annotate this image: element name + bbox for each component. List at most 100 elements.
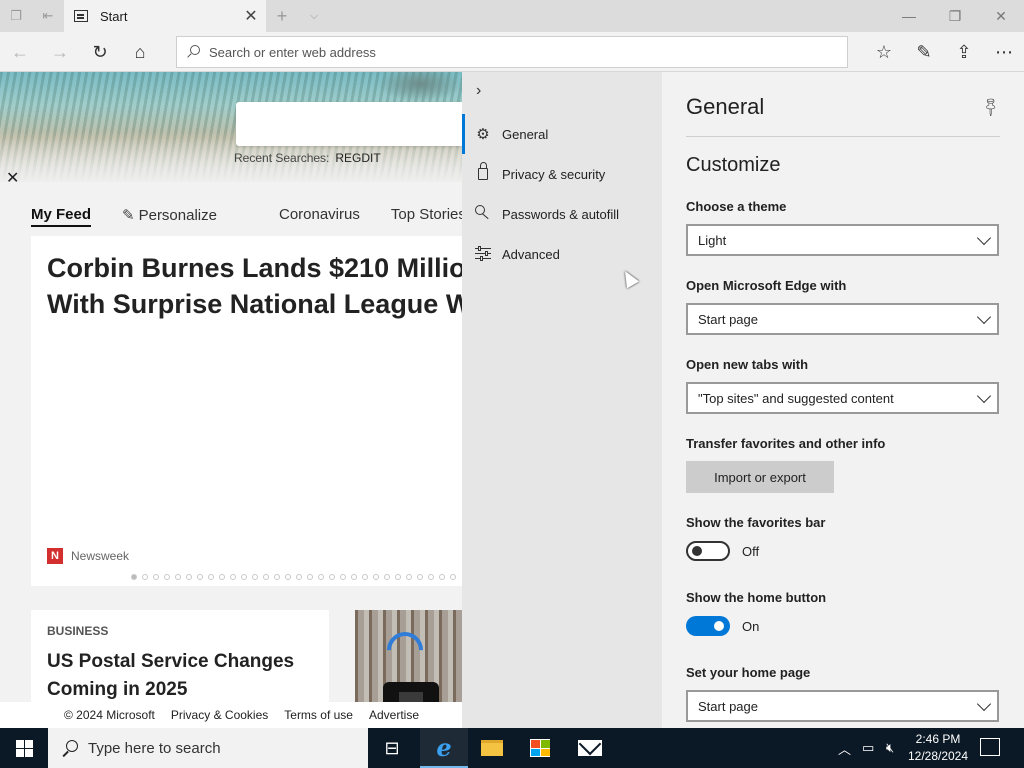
settings-nav: › ⚙ General Privacy & security Passwords… [462,72,662,728]
new-tabs-dropdown[interactable]: "Top sites" and suggested content [686,382,999,414]
favorites-hub-button[interactable]: ☆ [864,36,904,68]
tab-start[interactable]: Start ✕ [64,0,266,32]
address-input[interactable] [209,44,809,60]
home-button[interactable]: ⌂ [120,36,160,68]
news-category: BUSINESS [47,624,109,638]
taskbar-search[interactable]: Type here to search [48,728,368,768]
transfer-label: Transfer favorites and other info [686,436,886,451]
set-aside-tabs-icon[interactable]: ⇤ [38,6,58,26]
wifi-icon [379,624,431,676]
tab-personalize[interactable]: ✎ Personalize [122,206,248,227]
forward-button[interactable]: → [40,36,80,68]
advertise-link[interactable]: Advertise [369,708,419,722]
chevron-down-icon [976,309,992,325]
system-clock[interactable]: 2:46 PM 12/28/2024 [900,731,976,765]
search-icon [62,740,78,756]
tab-coronavirus[interactable]: Coronavirus [279,206,360,227]
new-tabs-label: Open new tabs with [686,357,809,372]
favorites-bar-label: Show the favorites bar [686,515,826,530]
start-button[interactable] [0,728,48,768]
page-footer: © 2024 Microsoft Privacy & Cookies Terms… [0,702,462,728]
settings-title: General [686,94,765,119]
theme-label: Choose a theme [686,199,787,214]
lock-icon [473,162,493,184]
divider [686,136,1000,137]
settings-nav-advanced[interactable]: Advanced [462,234,662,274]
tab-bar: ❐ ⇤ Start ✕ + ⌵ — ❐ ✕ [0,0,1024,32]
chevron-down-icon [976,388,992,404]
restore-button[interactable]: ❐ [932,0,978,32]
featured-news-card[interactable]: Corbin Burnes Lands $210 Million With Su… [31,236,462,586]
carousel-dots[interactable] [131,574,461,580]
feed-tabs: My Feed ✎ Personalize Coronavirus Top Sto… [31,206,462,227]
news-headline[interactable]: US Postal Service Changes Coming in 2025 [47,648,307,704]
start-page: Recent Searches: REGDIT ✕ My Feed ✎ Person… [0,72,462,728]
close-icon[interactable]: ✕ [6,168,19,188]
home-button-label: Show the home button [686,590,827,605]
sliders-icon [473,245,493,263]
gear-icon: ⚙ [476,126,490,143]
clock-time: 2:46 PM [915,732,961,746]
settings-panel: General 📌︎ Customize Choose a theme Ligh… [662,72,1024,728]
featured-headline[interactable]: Corbin Burnes Lands $210 Million With Su… [47,250,462,322]
tab-title: Start [100,8,128,24]
favorites-bar-row: Off [686,541,759,561]
pin-icon[interactable]: 📌︎ [979,94,1004,119]
web-note-button[interactable]: ✎ [904,36,944,68]
search-icon [187,45,201,59]
favorites-bar-state: Off [742,543,760,559]
home-button-toggle[interactable] [686,616,730,636]
address-bar[interactable] [176,36,848,68]
action-center-icon[interactable] [980,738,1000,756]
key-icon [473,205,493,223]
show-hidden-icons-chevron-icon[interactable]: ︿ [838,728,851,768]
chevron-down-icon [976,230,992,246]
pencil-icon: ✎ [122,207,135,224]
mail-icon[interactable] [566,728,614,768]
tab-preview-chevron-icon[interactable]: ⌵ [304,6,324,26]
share-button[interactable]: ⇪ [944,36,984,68]
settings-nav-general[interactable]: ⚙ General [462,114,662,154]
back-button[interactable]: ← [0,36,40,68]
settings-nav-passwords[interactable]: Passwords & autofill [462,194,662,234]
network-icon[interactable]: ▭ [862,728,874,768]
close-tab-icon[interactable]: ✕ [236,6,266,26]
open-with-dropdown[interactable]: Start page [686,303,999,335]
file-explorer-icon[interactable] [468,728,516,768]
import-export-button[interactable]: Import or export [686,461,834,493]
edge-taskbar-icon[interactable]: e [420,728,468,768]
windows-logo-icon [15,739,33,757]
theme-dropdown[interactable]: Light [686,224,999,256]
tab-my-feed[interactable]: My Feed [31,206,92,227]
copyright: © 2024 Microsoft [64,708,155,722]
open-with-label: Open Microsoft Edge with [686,278,847,293]
tab-actions-icon[interactable]: ❐ [6,6,26,26]
newsweek-logo-icon: N [47,548,63,564]
more-button[interactable]: ⋯ [984,36,1024,68]
taskbar: Type here to search ⊟ e ︿ ▭ 🔇︎ 2:46 PM 1… [0,728,1024,768]
task-view-icon[interactable]: ⊟ [368,728,416,768]
store-icon[interactable] [516,728,564,768]
tab-top-stories[interactable]: Top Stories [391,206,462,227]
minimize-button[interactable]: — [886,0,932,32]
favorites-bar-toggle[interactable] [686,541,730,561]
new-tab-icon[interactable]: + [272,6,292,26]
home-button-row: On [686,616,759,636]
privacy-link[interactable]: Privacy & Cookies [171,708,268,722]
home-page-dropdown[interactable]: Start page [686,690,999,722]
collapse-chevron-icon[interactable]: › [476,82,481,100]
page-search-box[interactable] [236,102,462,146]
navigation-bar: ← → ↻ ⌂ ☆ ✎ ⇪ ⋯ [0,32,1024,72]
volume-muted-icon[interactable]: 🔇︎ [886,728,894,768]
home-page-label: Set your home page [686,665,811,680]
terms-link[interactable]: Terms of use [284,708,353,722]
refresh-button[interactable]: ↻ [80,36,120,68]
chevron-down-icon [976,696,992,712]
start-page-icon [74,10,88,22]
close-window-button[interactable]: ✕ [978,0,1024,32]
home-button-state: On [742,618,760,634]
settings-nav-privacy[interactable]: Privacy & security [462,154,662,194]
recent-searches: Recent Searches: REGDIT [234,151,381,165]
section-heading: Customize [686,154,781,176]
recent-search-link[interactable]: REGDIT [335,151,380,165]
